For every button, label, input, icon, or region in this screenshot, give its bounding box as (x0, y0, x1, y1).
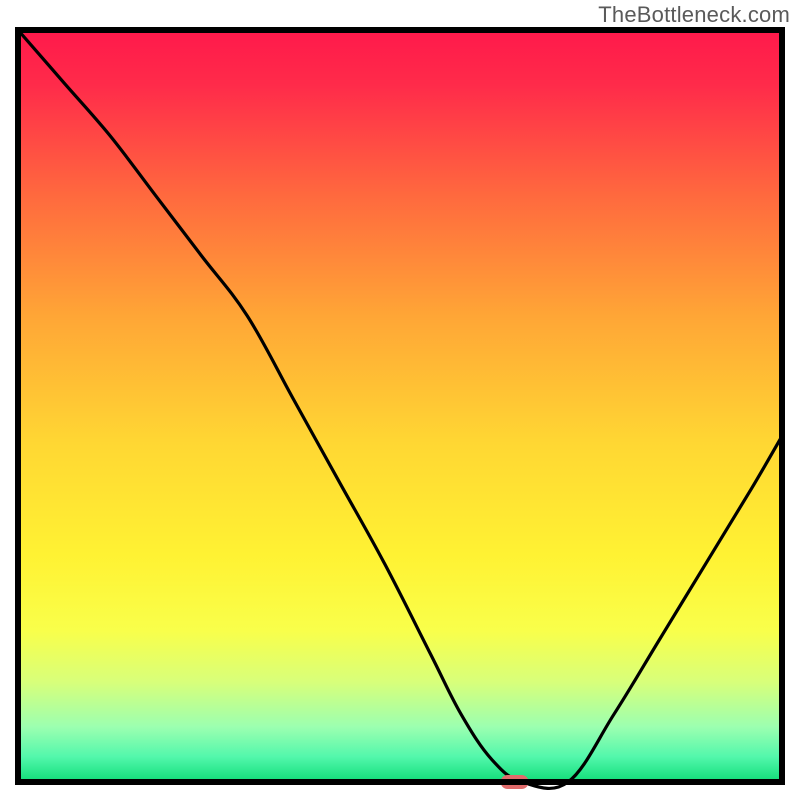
bottleneck-chart (0, 0, 800, 800)
watermark-text: TheBottleneck.com (598, 2, 790, 28)
plot-background (21, 33, 779, 779)
